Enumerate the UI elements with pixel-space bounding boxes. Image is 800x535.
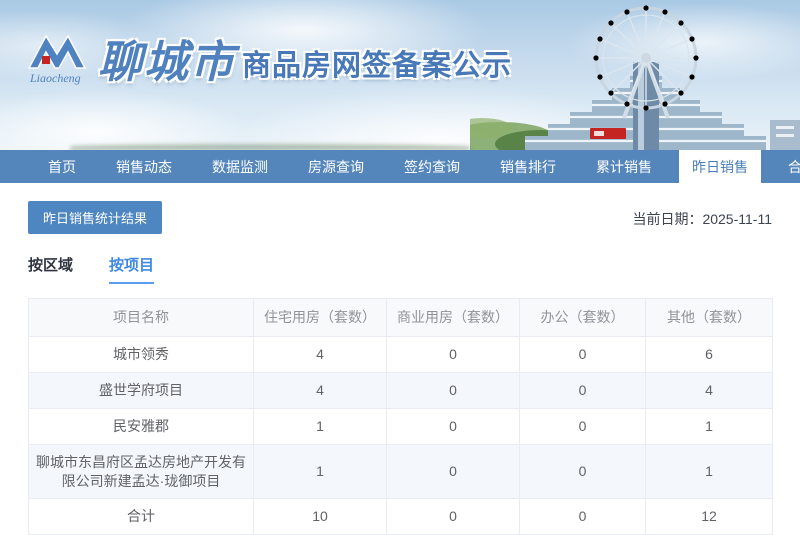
nav-item-合同注销[interactable]: 合同注销 [775,150,800,183]
value-cell: 12 [645,498,773,535]
column-header: 住宅用房（套数） [253,298,387,337]
value-cell: 0 [386,336,520,373]
table-row: 城市领秀 4 0 0 6 [28,336,773,373]
view-tabs: 按区域 按项目 [28,254,772,284]
value-cell: 4 [645,371,773,409]
column-header: 项目名称 [28,298,254,337]
nav-item-首页[interactable]: 首页 [35,150,89,183]
logo-red-square [42,56,50,64]
column-header: 办公（套数） [519,298,646,337]
sales-table: 项目名称 住宅用房（套数） 商业用房（套数） 办公（套数） 其他（套数） 城市领秀 4 0 0… [28,298,773,535]
project-name-cell: 城市领秀 [28,336,254,373]
distant-treeline [70,144,470,150]
site-title-city: 聊城市 [98,38,236,87]
value-cell: 1 [253,407,387,445]
value-cell: 0 [519,371,646,409]
nav-item-销售动态[interactable]: 销售动态 [103,150,185,183]
tab-by-project[interactable]: 按项目 [109,254,155,284]
value-cell: 0 [519,498,646,535]
project-name-cell: 聊城市东昌府区孟达房地产开发有限公司新建孟达·珑御项目 [28,443,254,500]
project-name-cell: 合计 [28,498,254,535]
project-name-cell: 民安雅郡 [28,407,254,445]
value-cell: 1 [253,443,387,500]
cityscape-illustration [470,5,800,150]
nav-item-数据监测[interactable]: 数据监测 [199,150,281,183]
sales-table-body: 城市领秀 4 0 0 6 盛世学府项目 4 0 0 4 民安雅郡 1 0 0 1 聊城市东昌府区孟达房地产开发… [28,336,773,535]
tab-by-region[interactable]: 按区域 [28,254,73,284]
nav-item-签约查询[interactable]: 签约查询 [391,150,473,183]
toolbar: 昨日销售统计结果 当前日期：2025-11-11 [28,201,772,234]
value-cell: 0 [519,336,646,373]
liaocheng-logo: Liaocheng [27,34,87,85]
nav-item-销售排行[interactable]: 销售排行 [487,150,569,183]
header-row: 项目名称 住宅用房（套数） 商业用房（套数） 办公（套数） 其他（套数） [28,298,773,337]
value-cell: 10 [253,498,387,535]
nav-item-房源查询[interactable]: 房源查询 [295,150,377,183]
main-content: 昨日销售统计结果 当前日期：2025-11-11 按区域 按项目 项目名称 住宅用… [0,183,800,535]
site-title: 商品房网签备案公示 [242,50,513,82]
ferris-wheel [593,5,699,111]
table-row: 民安雅郡 1 0 0 1 [28,407,773,445]
main-nav: 首页销售动态数据监测房源查询签约查询销售排行累计销售昨日销售合同注销 [0,150,800,183]
value-cell: 0 [386,407,520,445]
value-cell: 0 [519,443,646,500]
current-date-label: 当前日期： [632,211,703,227]
nav-item-昨日销售[interactable]: 昨日销售 [679,150,761,183]
page: Liaocheng 聊城市 商品房网签备案公示 首页 销售动态 数据监测 房源查询 签约… [0,0,800,535]
total-row: 合计 10 0 0 12 [28,498,773,535]
project-name-cell: 盛世学府项目 [28,371,254,409]
value-cell: 4 [253,336,387,373]
current-date: 当前日期：2025-11-11 [632,209,772,229]
logo-script: Liaocheng [29,71,81,85]
value-cell: 1 [645,407,773,445]
site-header: Liaocheng 聊城市 商品房网签备案公示 [0,0,800,150]
stats-button[interactable]: 昨日销售统计结果 [28,201,163,234]
table-row: 盛世学府项目 4 0 0 4 [28,371,773,409]
brand: Liaocheng 聊城市 商品房网签备案公示 [26,26,512,90]
value-cell: 0 [386,443,520,500]
value-cell: 0 [386,371,520,409]
value-cell: 0 [386,498,520,535]
column-header: 其他（套数） [645,298,773,337]
current-date-value: 2025-11-11 [702,211,772,227]
value-cell: 6 [645,336,773,373]
value-cell: 4 [253,371,387,409]
table-row: 聊城市东昌府区孟达房地产开发有限公司新建孟达·珑御项目 1 0 0 1 [28,443,773,500]
value-cell: 0 [519,407,646,445]
nav-item-累计销售[interactable]: 累计销售 [583,150,665,183]
column-header: 商业用房（套数） [386,298,520,337]
value-cell: 1 [645,443,773,500]
sales-table-head: 项目名称 住宅用房（套数） 商业用房（套数） 办公（套数） 其他（套数） [28,298,773,337]
